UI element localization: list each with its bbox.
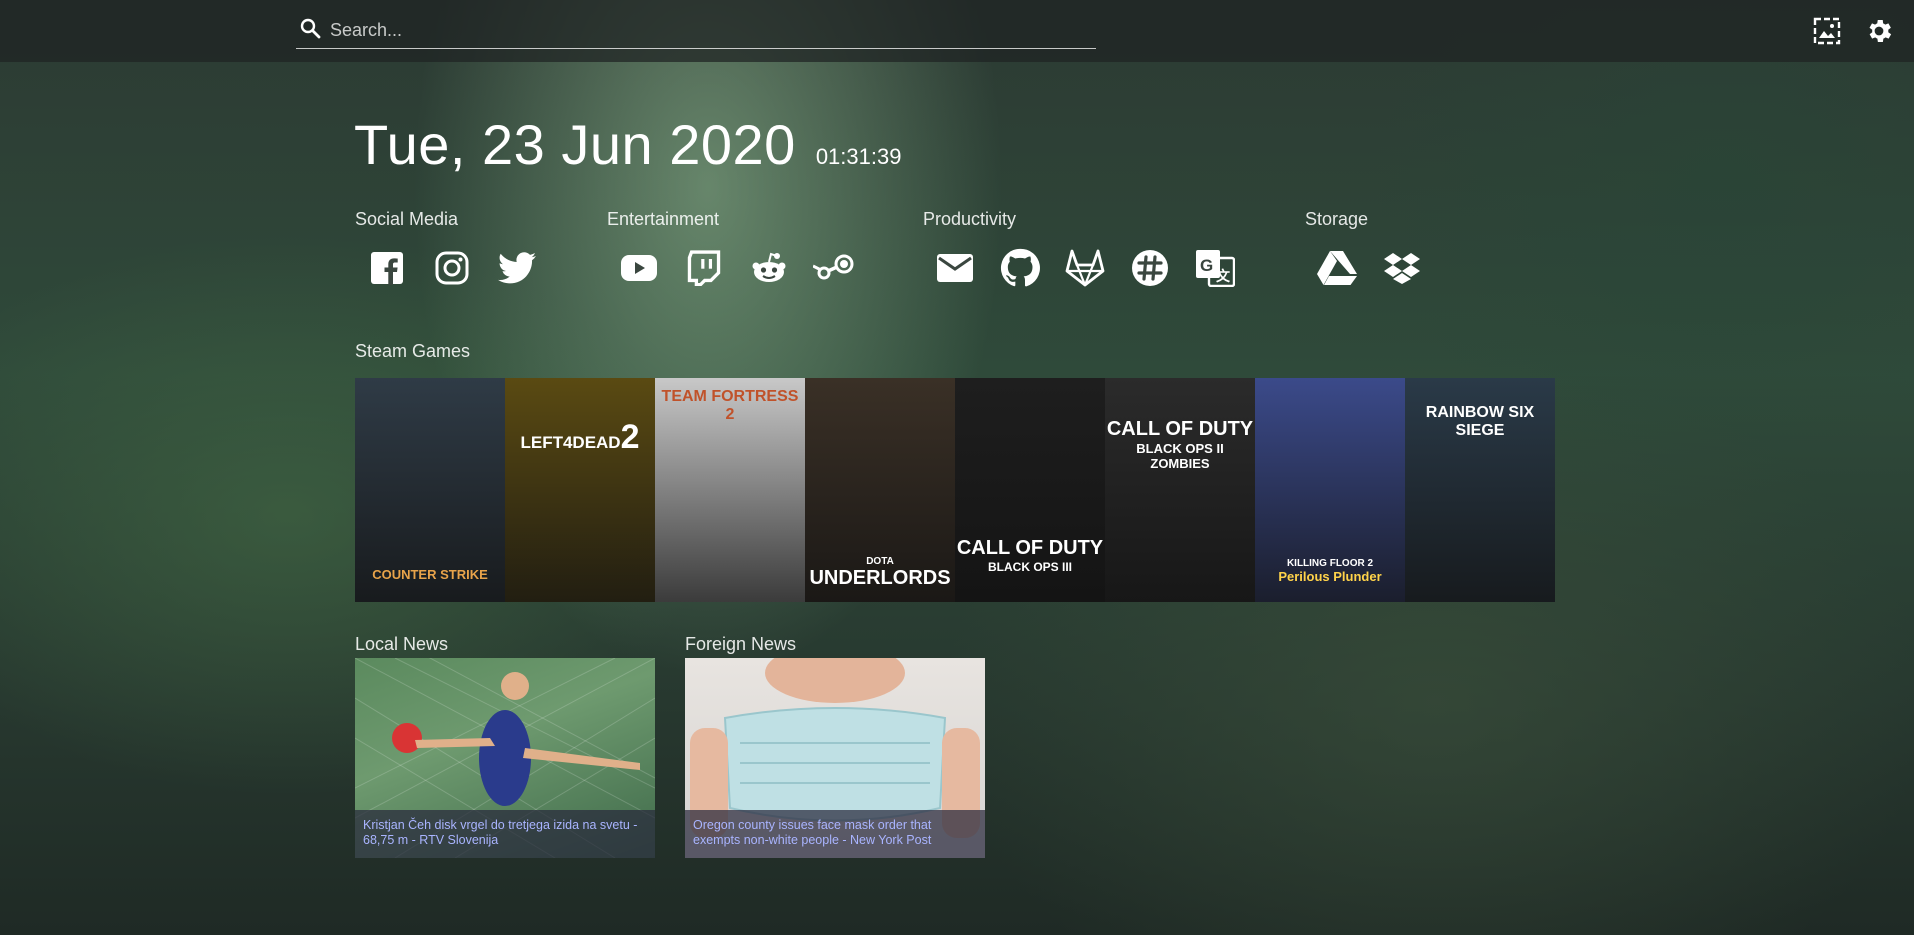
- game-tile-black-ops-2-zombies[interactable]: CALL OF DUTY BLACK OPS II ZOMBIES: [1105, 378, 1255, 602]
- instagram-icon[interactable]: [430, 246, 474, 290]
- reddit-icon[interactable]: [747, 246, 791, 290]
- slack-icon[interactable]: [1128, 246, 1172, 290]
- foreign-news-card[interactable]: Oregon county issues face mask order tha…: [685, 658, 985, 858]
- dropbox-icon[interactable]: [1380, 246, 1424, 290]
- search-bar[interactable]: [296, 12, 1096, 49]
- game-title-line2: SIEGE: [1455, 422, 1505, 439]
- game-title-line2: UNDERLORDS: [809, 567, 951, 589]
- search-icon: [298, 16, 322, 40]
- facebook-icon[interactable]: [365, 246, 409, 290]
- date-text: Tue, 23 Jun 2020: [354, 113, 796, 176]
- game-tile-counter-strike[interactable]: COUNTER STRIKE: [355, 378, 505, 602]
- svg-text:文: 文: [1216, 268, 1231, 284]
- google-translate-icon[interactable]: G文: [1193, 246, 1237, 290]
- group-title: Entertainment: [607, 209, 720, 229]
- game-title-line2: BLACK OPS III: [987, 560, 1072, 574]
- gear-icon[interactable]: [1864, 16, 1894, 46]
- group-productivity: Productivity G文: [923, 209, 1258, 290]
- game-title-line2: 2: [620, 418, 640, 456]
- group-entertainment: Entertainment: [607, 209, 877, 290]
- group-storage: Storage: [1305, 209, 1445, 290]
- mail-icon[interactable]: [933, 246, 977, 290]
- local-news-title: Local News: [355, 634, 449, 654]
- time-text: 01:31:39: [815, 144, 902, 169]
- twitch-icon[interactable]: [682, 246, 726, 290]
- game-title-line2: BLACK OPS II ZOMBIES: [1136, 441, 1224, 471]
- clock: Tue, 23 Jun 2020 01:31:39: [354, 112, 901, 177]
- foreign-news-title: Foreign News: [685, 634, 797, 654]
- github-icon[interactable]: [998, 246, 1042, 290]
- game-title-line1: KILLING FLOOR 2: [1286, 558, 1374, 569]
- steam-games-title: Steam Games: [355, 341, 471, 361]
- game-tile-rainbow-six-siege[interactable]: RAINBOW SIX SIEGE: [1405, 378, 1555, 602]
- game-title-line1: RAINBOW SIX: [1425, 404, 1535, 421]
- game-title-line2: 2: [725, 406, 735, 423]
- game-tile-black-ops-3[interactable]: CALL OF DUTY BLACK OPS III: [955, 378, 1105, 602]
- group-title: Storage: [1305, 209, 1369, 229]
- game-tile-killing-floor-2[interactable]: KILLING FLOOR 2 Perilous Plunder: [1255, 378, 1405, 602]
- steam-icon[interactable]: [812, 246, 856, 290]
- search-input[interactable]: [328, 16, 1092, 44]
- game-title-line1: LEFT4DEAD: [520, 433, 621, 452]
- game-title-line1: DOTA: [866, 556, 894, 567]
- steam-games-list: COUNTER STRIKE LEFT4DEAD2 TEAM FORTRESS …: [355, 378, 1555, 602]
- game-tile-left-4-dead-2[interactable]: LEFT4DEAD2: [505, 378, 655, 602]
- game-tile-team-fortress-2[interactable]: TEAM FORTRESS 2: [655, 378, 805, 602]
- svg-text:G: G: [1200, 256, 1213, 275]
- group-title: Productivity: [923, 209, 1017, 229]
- game-title-line2: STRIKE: [440, 567, 488, 582]
- game-title-line1: TEAM FORTRESS: [661, 388, 799, 405]
- google-drive-icon[interactable]: [1315, 246, 1359, 290]
- wallpaper-icon[interactable]: [1812, 16, 1842, 46]
- foreign-news-caption[interactable]: Oregon county issues face mask order tha…: [685, 810, 985, 858]
- game-title-line2: Perilous Plunder: [1278, 569, 1382, 584]
- top-bar: [0, 0, 1914, 62]
- game-tile-dota-underlords[interactable]: DOTA UNDERLORDS: [805, 378, 955, 602]
- game-title-line1: CALL OF DUTY: [1106, 418, 1254, 440]
- group-title: Social Media: [355, 209, 459, 229]
- local-news-card[interactable]: Kristjan Čeh disk vrgel do tretjega izid…: [355, 658, 655, 858]
- youtube-icon[interactable]: [617, 246, 661, 290]
- local-news-caption[interactable]: Kristjan Čeh disk vrgel do tretjega izid…: [355, 810, 655, 858]
- twitter-icon[interactable]: [495, 246, 539, 290]
- game-title-line1: COUNTER: [372, 567, 437, 582]
- gitlab-icon[interactable]: [1063, 246, 1107, 290]
- group-social-media: Social Media: [355, 209, 560, 290]
- game-title-line1: CALL OF DUTY: [956, 537, 1104, 559]
